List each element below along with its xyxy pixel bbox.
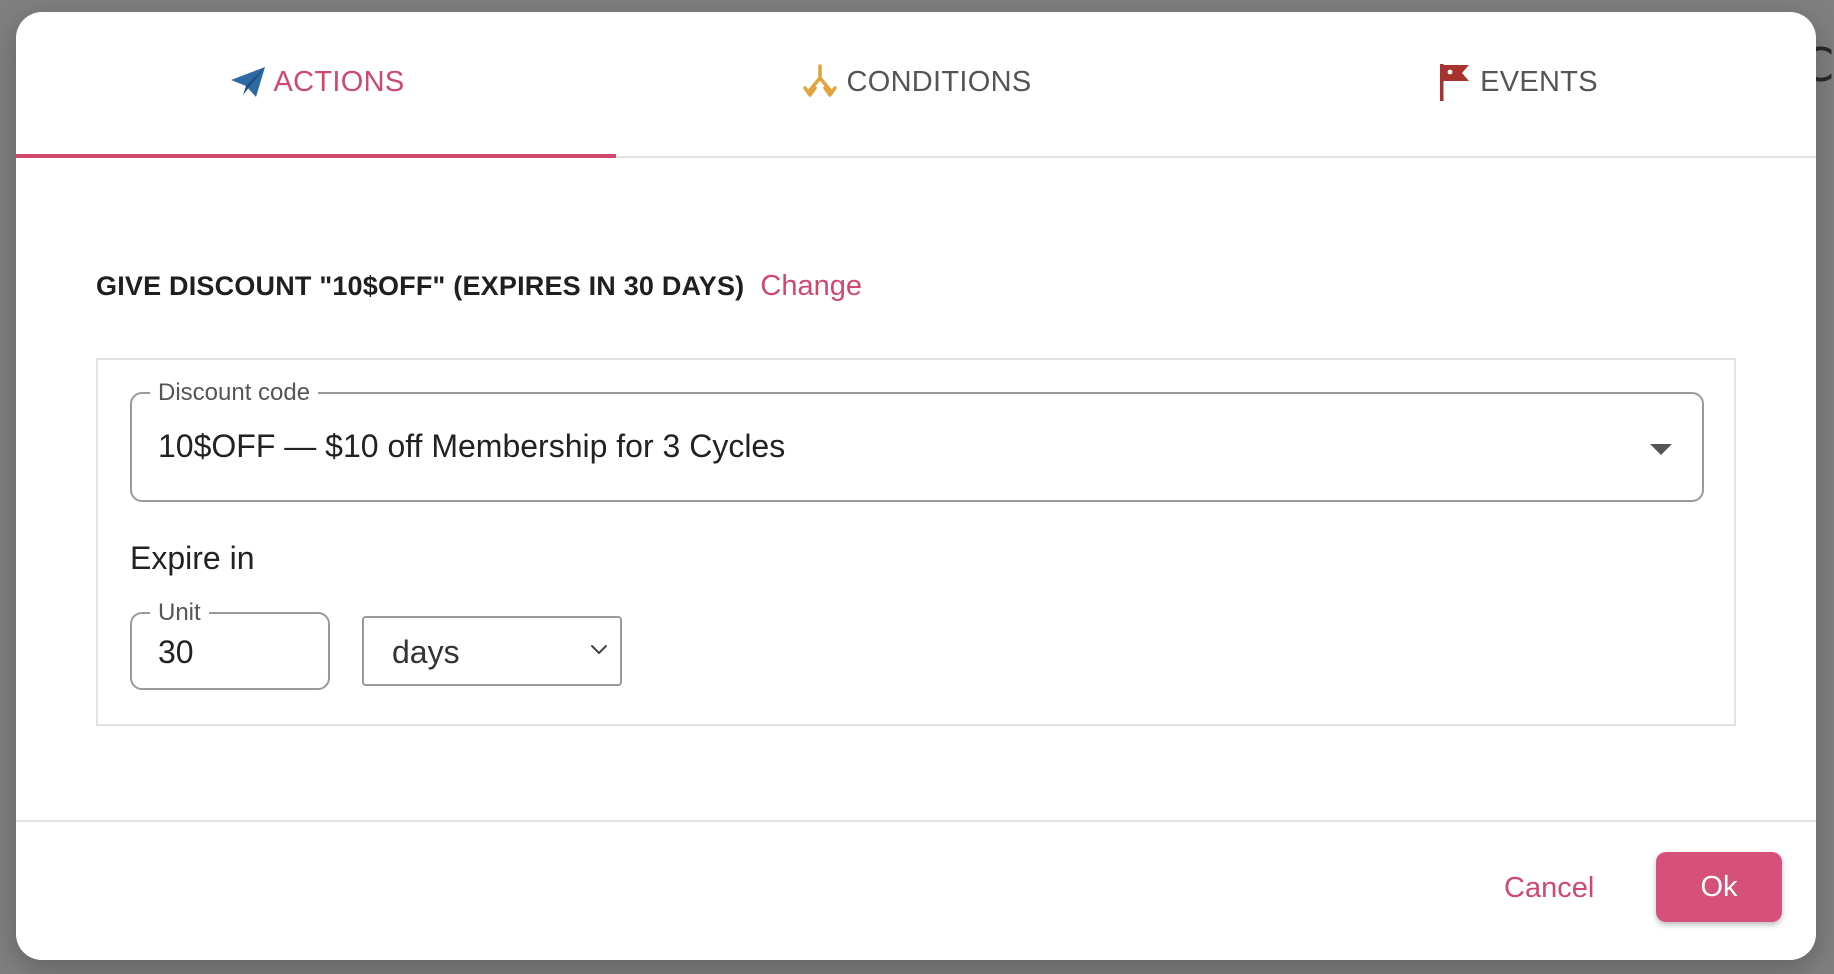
cancel-button[interactable]: Cancel xyxy=(1494,866,1604,911)
chevron-down-icon xyxy=(588,638,610,660)
tab-events[interactable]: EVENTS xyxy=(1216,12,1816,156)
unit-legend: Unit xyxy=(150,598,209,628)
tab-conditions[interactable]: CONDITIONS xyxy=(616,12,1216,156)
ok-button[interactable]: Ok xyxy=(1656,852,1782,922)
flag-icon xyxy=(1434,62,1474,102)
expire-in-label: Expire in xyxy=(130,540,255,576)
branch-split-icon xyxy=(800,62,840,102)
tab-events-label: EVENTS xyxy=(1480,65,1598,98)
rule-action-modal: ACTIONS CONDITIONS EVENTS GIVE DISCOUNT … xyxy=(16,12,1816,960)
period-select[interactable]: days xyxy=(362,616,622,686)
paper-plane-icon xyxy=(228,62,268,102)
caret-down-icon[interactable] xyxy=(1650,444,1672,455)
tab-actions-label: ACTIONS xyxy=(273,65,405,98)
tab-actions[interactable]: ACTIONS xyxy=(16,12,616,158)
period-value: days xyxy=(392,634,460,670)
modal-footer: Cancel Ok xyxy=(16,820,1816,960)
action-settings-panel: Discount code 10$OFF — $10 off Membershi… xyxy=(96,358,1736,726)
change-link[interactable]: Change xyxy=(760,270,862,303)
tab-conditions-label: CONDITIONS xyxy=(846,65,1032,98)
unit-input[interactable]: Unit 30 xyxy=(130,598,330,690)
action-heading-row: GIVE DISCOUNT "10$OFF" (EXPIRES IN 30 DA… xyxy=(96,270,862,303)
unit-value: 30 xyxy=(158,634,194,670)
discount-code-select[interactable]: Discount code 10$OFF — $10 off Membershi… xyxy=(130,378,1704,502)
tab-bar: ACTIONS CONDITIONS EVENTS xyxy=(16,12,1816,158)
discount-code-value: 10$OFF — $10 off Membership for 3 Cycles xyxy=(158,428,786,464)
discount-code-legend: Discount code xyxy=(150,378,319,408)
action-heading: GIVE DISCOUNT "10$OFF" (EXPIRES IN 30 DA… xyxy=(96,271,745,301)
